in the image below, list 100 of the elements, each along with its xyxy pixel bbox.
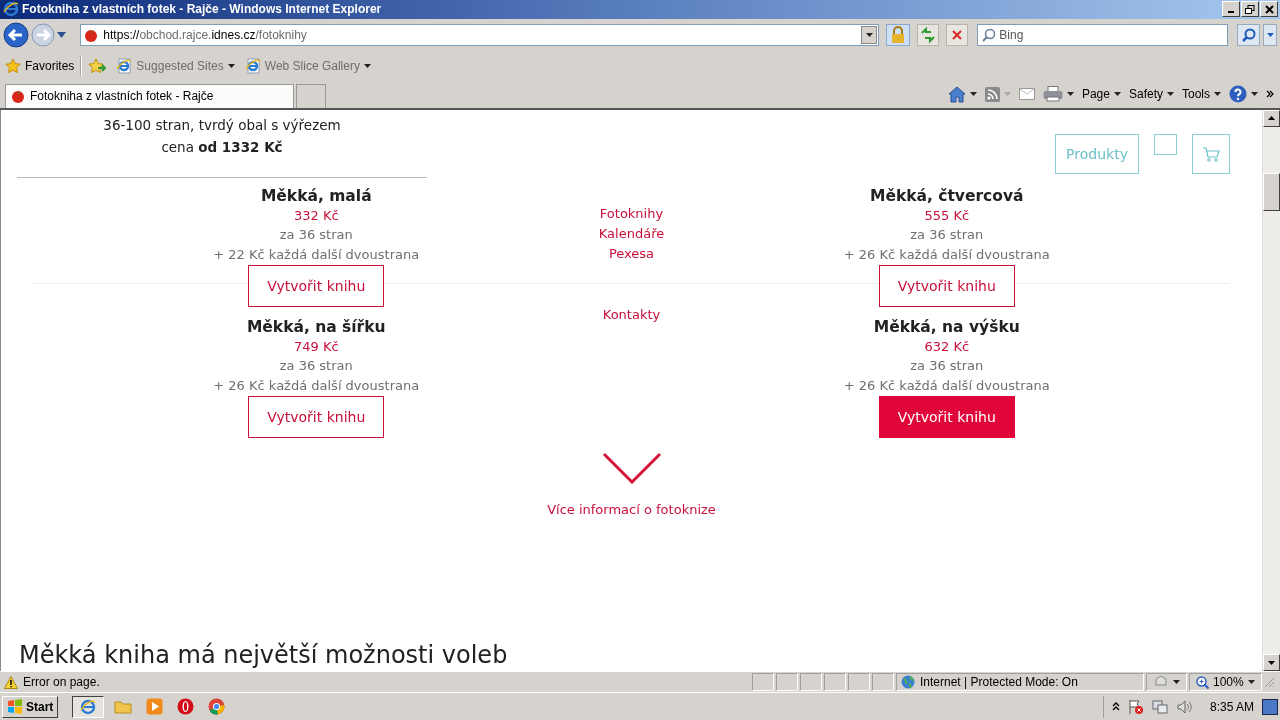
search-button[interactable]: [1236, 23, 1261, 46]
stop-icon[interactable]: [946, 23, 969, 46]
show-hidden-icons-icon[interactable]: [1111, 702, 1120, 711]
product-price: 749 Kč: [293, 337, 339, 356]
extra-price: + 26 Kč každá další dvoustrana: [843, 376, 1050, 395]
scroll-down-button[interactable]: [1263, 654, 1280, 672]
create-book-button[interactable]: Vytvořit knihu: [878, 264, 1015, 307]
feed-icon[interactable]: [984, 86, 1000, 102]
caret-icon: [1113, 92, 1121, 97]
site-icon: [11, 89, 25, 104]
status-pane: [872, 673, 894, 692]
address-field[interactable]: https://obchod.rajce.idnes.cz/fotoknihy: [80, 23, 880, 46]
menu-button[interactable]: Tools: [1182, 87, 1221, 102]
menu-button[interactable]: Page: [1081, 87, 1121, 102]
chevron-down-icon[interactable]: [601, 451, 662, 484]
globe-icon: [901, 675, 915, 690]
clock[interactable]: 8:35 AM: [1209, 699, 1254, 714]
zoom-button[interactable]: 100%: [1189, 673, 1262, 692]
lock-icon[interactable]: [886, 23, 911, 46]
favorites-button[interactable]: Favorites: [5, 57, 75, 74]
section-heading: Měkká kniha má největší možnosti voleb: [19, 639, 508, 671]
product-name: Měkká, malá: [260, 185, 372, 206]
show-desktop-button[interactable]: [1262, 698, 1278, 715]
product-price: 332 Kč: [293, 206, 339, 225]
speaker-icon[interactable]: [1175, 698, 1192, 715]
nav-link[interactable]: Pexesa: [608, 243, 655, 264]
chevron-icon[interactable]: [1266, 90, 1274, 99]
browser-logo-icon: [3, 1, 19, 18]
product-name: Měkká, na výšku: [873, 316, 1020, 337]
page-icon: [244, 57, 261, 74]
caret-icon: [1247, 680, 1255, 685]
extra-price: + 26 Kč každá další dvoustrana: [213, 376, 420, 395]
menu-button[interactable]: Safety: [1128, 87, 1174, 102]
product-name: Měkká, na šířku: [246, 316, 386, 337]
nav-link[interactable]: Fotoknihy: [599, 203, 664, 224]
product-price: 555 Kč: [924, 206, 970, 225]
caret-icon: [363, 63, 371, 68]
caret-icon[interactable]: [1173, 680, 1180, 685]
status-pane: [848, 673, 870, 692]
caret-icon: [1266, 32, 1274, 37]
scroll-thumb[interactable]: [1263, 172, 1280, 211]
mail-icon[interactable]: [1018, 88, 1035, 101]
more-info-link[interactable]: Více informací o fotoknize: [547, 499, 716, 520]
create-book-button[interactable]: Vytvořit knihu: [248, 395, 385, 438]
search-icon: [982, 27, 997, 42]
nav-link[interactable]: Kalendáře: [598, 223, 665, 244]
close-button[interactable]: [1260, 1, 1278, 18]
search-icon: [1241, 27, 1256, 42]
caret-icon: [1214, 92, 1221, 97]
refresh-icon[interactable]: [917, 23, 940, 46]
flag-icon[interactable]: [1127, 698, 1144, 715]
status-pane: [776, 673, 798, 692]
page-count: za 36 stran: [279, 356, 353, 375]
help-icon[interactable]: [1229, 85, 1247, 104]
search-options-button[interactable]: [1263, 23, 1277, 46]
zoom-icon: [1196, 675, 1209, 689]
product-name: Měkká, čtvercová: [869, 185, 1024, 206]
nav-link[interactable]: Kontakty: [602, 304, 661, 325]
up-arrow-icon: [1268, 116, 1275, 121]
caret-icon[interactable]: [1251, 92, 1258, 97]
dropdown-arrow-icon[interactable]: [57, 31, 66, 38]
taskbar-button[interactable]: [72, 695, 105, 718]
minimize-button[interactable]: [1222, 1, 1240, 18]
caret-icon[interactable]: [969, 92, 977, 97]
page-count: za 36 stran: [910, 225, 984, 244]
opera-icon[interactable]: [177, 698, 195, 715]
browser-tab[interactable]: Fotokniha z vlastních fotek - Rajče: [5, 83, 294, 108]
dropdown-button[interactable]: [861, 25, 878, 44]
down-arrow-icon: [1268, 660, 1275, 665]
page-count: za 36 stran: [910, 356, 984, 375]
caret-icon: [865, 32, 873, 37]
browser-logo-icon: [80, 698, 97, 715]
search-input[interactable]: Bing: [999, 27, 1220, 42]
home-icon[interactable]: [947, 85, 966, 103]
caret-icon[interactable]: [1066, 92, 1074, 97]
status-pane: [800, 673, 822, 692]
site-icon: [84, 27, 99, 42]
favorites-link[interactable]: Web Slice Gallery: [244, 57, 371, 74]
star-icon: [5, 57, 21, 74]
network-icon[interactable]: [1151, 698, 1168, 715]
windows-logo-icon: [7, 699, 23, 714]
page-icon: [116, 57, 133, 74]
caret-icon: [227, 63, 235, 68]
warning-icon: [4, 675, 18, 689]
favorites-link[interactable]: Suggested Sites: [116, 57, 235, 74]
status-message: Error on page.: [23, 675, 100, 690]
create-book-button[interactable]: Vytvořit knihu: [248, 264, 385, 307]
price-text: cena od 1332 Kč: [160, 137, 284, 157]
restore-button[interactable]: [1241, 1, 1259, 18]
scrollbar[interactable]: [1262, 109, 1280, 672]
create-book-button[interactable]: Vytvořit knihu: [878, 395, 1015, 438]
back-button-icon[interactable]: [3, 21, 29, 48]
extra-price: + 22 Kč každá další dvoustrana: [213, 245, 420, 264]
search-field[interactable]: Bing: [977, 23, 1228, 46]
chrome-icon[interactable]: [208, 698, 226, 715]
start-button[interactable]: Start: [2, 695, 59, 718]
page-count: za 36 stran: [279, 225, 353, 244]
status-pane: [752, 673, 774, 692]
printer-icon[interactable]: [1042, 86, 1063, 103]
close-icon: [1264, 5, 1274, 14]
